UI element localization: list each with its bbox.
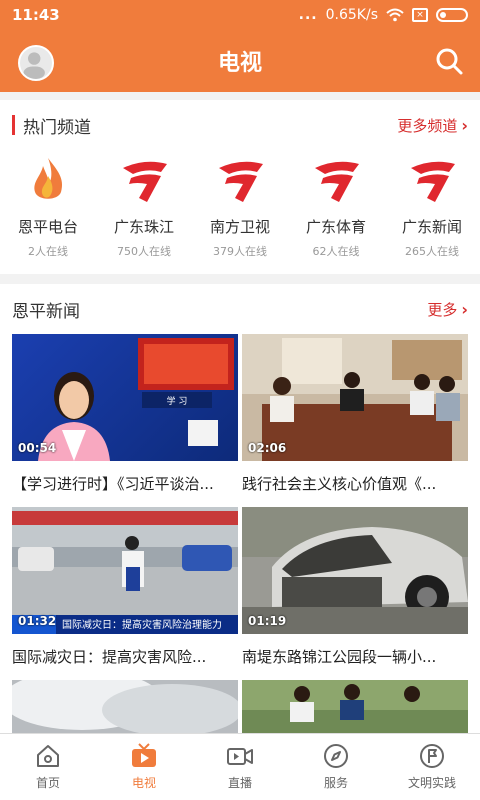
tab-label: 直播 xyxy=(227,776,252,790)
news-banner-text: 国际减灾日：提高灾害风险治理能力 xyxy=(62,618,222,631)
tab-label: 首页 xyxy=(35,776,60,790)
search-icon[interactable] xyxy=(434,46,464,76)
news-card[interactable]: 02:06 践行社会主义核心价值观《... xyxy=(242,334,468,507)
tab-home[interactable]: 首页 xyxy=(0,734,96,800)
bottom-tab-bar: 首页 电视 直播 服务 文明实践 xyxy=(0,733,480,800)
video-duration: 02:06 xyxy=(248,441,287,455)
news-caption: 【学习进行时】《习近平谈治... xyxy=(12,475,214,493)
video-thumbnail xyxy=(12,680,238,733)
tab-label: 文明实践 xyxy=(407,776,456,790)
more-channels-label: 更多频道 xyxy=(397,116,458,135)
gdtv-logo-icon xyxy=(411,161,455,202)
more-news-link[interactable]: 更多 › xyxy=(427,299,468,320)
channel-name: 广东珠江 xyxy=(113,218,174,236)
channel-name: 广东体育 xyxy=(305,218,366,236)
battery-icon xyxy=(436,8,468,22)
tab-civilization[interactable]: 文明实践 xyxy=(384,734,480,800)
app-bar: 电视 xyxy=(0,30,480,92)
news-card[interactable]: 学 习 00:54 【学习进行时】《习近平谈治... xyxy=(12,334,238,507)
status-time: 11:43 xyxy=(12,6,60,24)
news-caption: 国际减灾日：提高灾害风险... xyxy=(12,648,207,666)
hot-channels-section: 热门频道 更多频道 › 恩平电台 2人在线 广东珠江 750人在线 南方卫视 37… xyxy=(0,100,480,274)
gdtv-logo-icon xyxy=(219,161,263,202)
smoke-image xyxy=(12,680,238,733)
tab-service[interactable]: 服务 xyxy=(288,734,384,800)
news-header: 恩平新闻 更多 › xyxy=(0,284,480,334)
section-marker xyxy=(12,115,15,135)
video-thumbnail: 学 习 00:54 xyxy=(12,334,238,461)
channel-name: 广东新闻 xyxy=(401,218,462,236)
video-thumbnail xyxy=(242,680,468,733)
video-thumbnail: 02:06 xyxy=(242,334,468,461)
news-title: 恩平新闻 xyxy=(12,301,80,322)
flag-badge-icon xyxy=(420,744,444,768)
svg-text:学 习: 学 习 xyxy=(167,395,188,407)
video-thumbnail: 国际减灾日：提高灾害风险治理能力 01:32 xyxy=(12,507,238,634)
channel-name: 南方卫视 xyxy=(209,218,270,236)
channel-name: 恩平电台 xyxy=(17,218,78,236)
channel-item[interactable]: 广东新闻 265人在线 xyxy=(387,154,477,259)
video-thumbnail: 01:19 xyxy=(242,507,468,634)
tv-icon xyxy=(132,743,156,767)
gdtv-logo-icon xyxy=(123,161,167,202)
news-card[interactable]: 国际减灾日：提高灾害风险治理能力 01:32 国际减灾日：提高灾害风险... xyxy=(12,507,238,680)
flame-logo-icon xyxy=(34,158,63,199)
news-section: 恩平新闻 更多 › 学 习 00:54 【学习进行时】《习近平谈治... 02:… xyxy=(0,284,480,733)
status-right: ... 0.65K/s × xyxy=(299,7,468,23)
news-caption: 南堤东路锦江公园段一辆小... xyxy=(242,648,437,666)
channel-list: 恩平电台 2人在线 广东珠江 750人在线 南方卫视 379人在线 广东体育 6… xyxy=(0,150,480,259)
more-channels-link[interactable]: 更多频道 › xyxy=(397,115,468,136)
status-bar: 11:43 ... 0.65K/s × xyxy=(0,0,480,30)
people-outdoor-image xyxy=(242,680,468,722)
chevron-right-icon: › xyxy=(461,299,468,319)
video-duration: 00:54 xyxy=(18,441,57,455)
channel-item[interactable]: 恩平电台 2人在线 xyxy=(3,154,93,259)
hot-channels-header: 热门频道 更多频道 › xyxy=(0,100,480,150)
news-card[interactable] xyxy=(242,680,468,733)
gdtv-logo-icon xyxy=(315,161,359,202)
chevron-right-icon: › xyxy=(461,115,468,135)
tab-live[interactable]: 直播 xyxy=(192,734,288,800)
avatar[interactable] xyxy=(18,45,54,81)
channel-online-count: 379人在线 xyxy=(213,245,267,258)
compass-icon xyxy=(324,744,348,768)
news-card[interactable] xyxy=(12,680,238,733)
page-title: 电视 xyxy=(217,51,262,76)
net-speed: 0.65K/s xyxy=(325,7,378,23)
tab-label: 电视 xyxy=(131,776,156,790)
channel-online-count: 265人在线 xyxy=(405,245,459,258)
video-duration: 01:32 xyxy=(18,614,57,628)
channel-online-count: 750人在线 xyxy=(117,245,171,258)
channel-item[interactable]: 广东珠江 750人在线 xyxy=(99,154,189,259)
hot-channels-title: 热门频道 xyxy=(23,117,91,138)
tab-label: 服务 xyxy=(323,776,348,790)
live-camera-icon xyxy=(227,748,253,765)
news-caption: 践行社会主义核心价值观《... xyxy=(242,475,437,493)
notification-dots: ... xyxy=(298,7,318,23)
channel-online-count: 62人在线 xyxy=(312,245,360,258)
channel-item[interactable]: 南方卫视 379人在线 xyxy=(195,154,285,259)
channel-online-count: 2人在线 xyxy=(28,245,68,258)
video-duration: 01:19 xyxy=(248,614,287,628)
news-grid: 学 习 00:54 【学习进行时】《习近平谈治... 02:06 践行社会主义核… xyxy=(0,334,480,733)
channel-item[interactable]: 广东体育 62人在线 xyxy=(291,154,381,259)
news-card[interactable]: 01:19 南堤东路锦江公园段一辆小... xyxy=(242,507,468,680)
more-news-label: 更多 xyxy=(427,300,458,319)
wifi-icon xyxy=(386,8,404,22)
tab-tv[interactable]: 电视 xyxy=(96,734,192,800)
home-icon xyxy=(37,745,59,767)
sim-icon: × xyxy=(412,8,428,22)
